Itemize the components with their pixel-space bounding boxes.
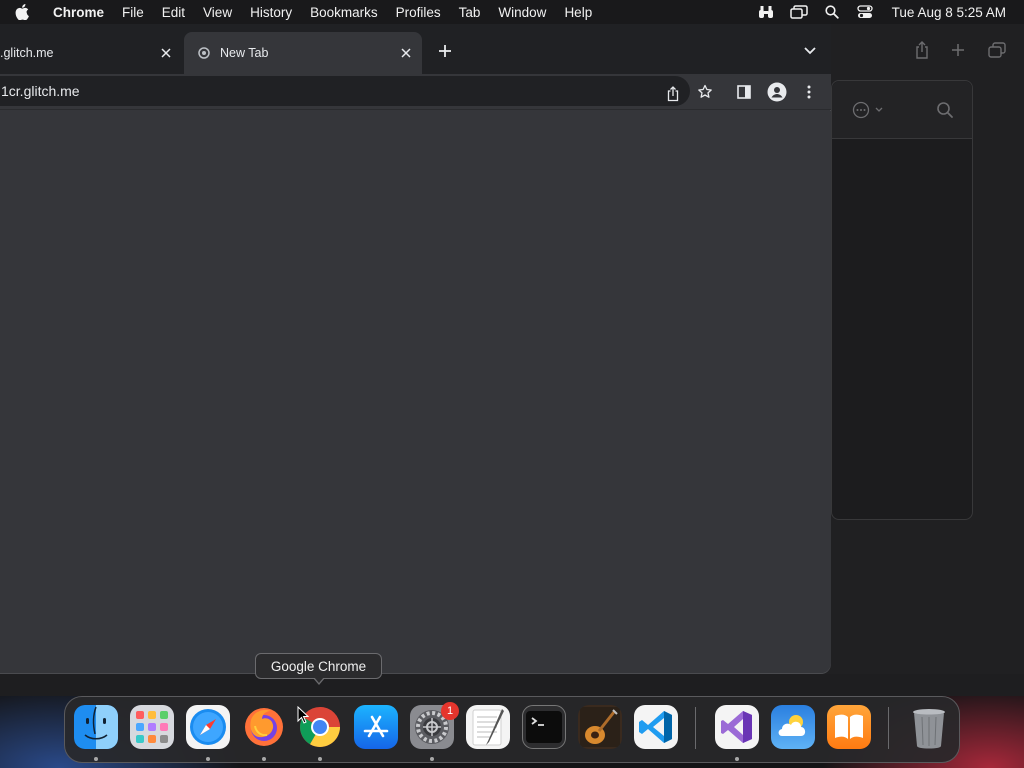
- screen-mirroring-icon[interactable]: [783, 0, 816, 24]
- menu-bookmarks[interactable]: Bookmarks: [301, 5, 387, 20]
- dock-separator: [695, 707, 696, 749]
- menu-profiles[interactable]: Profiles: [387, 5, 450, 20]
- menu-tab[interactable]: Tab: [450, 5, 490, 20]
- menu-view[interactable]: View: [194, 5, 241, 20]
- dock-textedit-icon[interactable]: [466, 705, 510, 749]
- dock-trash-icon[interactable]: [907, 705, 951, 749]
- dock-visual-studio-icon[interactable]: [715, 705, 759, 749]
- running-indicator: [735, 757, 739, 761]
- dock-firefox-icon[interactable]: [242, 705, 286, 749]
- search-icon[interactable]: [936, 101, 954, 124]
- toolbar: 1cr.glitch.me: [0, 74, 831, 110]
- notification-badge: 1: [441, 702, 459, 720]
- running-indicator: [94, 757, 98, 761]
- menu-edit[interactable]: Edit: [153, 5, 194, 20]
- side-panel-icon[interactable]: [732, 80, 756, 104]
- profile-avatar-icon[interactable]: [765, 80, 789, 104]
- binoculars-icon[interactable]: [750, 0, 783, 24]
- share-icon[interactable]: [661, 82, 685, 106]
- background-window-panel: [831, 80, 973, 520]
- chrome-window[interactable]: .glitch.me New Tab 1cr.glitch.me: [0, 24, 831, 674]
- dock-books-icon[interactable]: [827, 705, 871, 749]
- apple-menu-icon[interactable]: [0, 4, 44, 20]
- new-tab-button[interactable]: [433, 39, 457, 63]
- close-tab-icon[interactable]: [158, 45, 174, 61]
- bookmark-star-icon[interactable]: [693, 80, 717, 104]
- dock-app-store-icon[interactable]: [354, 705, 398, 749]
- menu-history[interactable]: History: [241, 5, 301, 20]
- tab-title: .glitch.me: [0, 46, 54, 60]
- dock-weather-icon[interactable]: [771, 705, 815, 749]
- spotlight-search-icon[interactable]: [816, 0, 849, 24]
- tab-search-chevron-down-icon[interactable]: [798, 39, 822, 63]
- tooltip-arrow-inner: [314, 677, 324, 683]
- panel-header: [832, 81, 972, 139]
- dock-safari-icon[interactable]: [186, 705, 230, 749]
- running-indicator: [206, 757, 210, 761]
- tab-glitch[interactable]: .glitch.me: [0, 32, 182, 74]
- menu-file[interactable]: File: [113, 5, 153, 20]
- tab-strip: .glitch.me New Tab: [0, 24, 831, 74]
- page-content[interactable]: [0, 111, 831, 673]
- running-indicator: [262, 757, 266, 761]
- address-bar-url[interactable]: 1cr.glitch.me: [0, 83, 80, 99]
- menu-help[interactable]: Help: [555, 5, 601, 20]
- tab-title: New Tab: [220, 46, 269, 60]
- dock-separator: [888, 707, 889, 749]
- plus-icon[interactable]: [946, 38, 970, 62]
- dock-vscode-icon[interactable]: [634, 705, 678, 749]
- window-edge-shadow: [0, 674, 1024, 696]
- share-icon[interactable]: [910, 38, 934, 62]
- tab-new-tab[interactable]: New Tab: [184, 32, 422, 74]
- dock-terminal-icon[interactable]: [522, 705, 566, 749]
- mouse-cursor-icon: [297, 705, 310, 729]
- menu-bar-extras: Tue Aug 8 5:25 AM: [750, 0, 1024, 24]
- dock-garageband-icon[interactable]: [578, 705, 622, 749]
- running-indicator: [430, 757, 434, 761]
- more-options-icon[interactable]: [852, 101, 888, 124]
- menu-bar-clock[interactable]: Tue Aug 8 5:25 AM: [882, 5, 1024, 20]
- tab-overview-icon[interactable]: [985, 38, 1009, 62]
- menu-window[interactable]: Window: [489, 5, 555, 20]
- menu-bar: Chrome File Edit View History Bookmarks …: [0, 0, 1024, 24]
- chrome-favicon-icon: [196, 45, 212, 61]
- dock-launchpad-icon[interactable]: [130, 705, 174, 749]
- dock-tooltip: Google Chrome: [255, 653, 382, 679]
- dock-finder-icon[interactable]: [74, 705, 118, 749]
- kebab-menu-icon[interactable]: [797, 80, 821, 104]
- control-center-icon[interactable]: [849, 0, 882, 24]
- address-bar[interactable]: 1cr.glitch.me: [0, 76, 690, 106]
- menu-app-name[interactable]: Chrome: [44, 5, 113, 20]
- close-tab-icon[interactable]: [398, 45, 414, 61]
- dock: 1: [64, 696, 960, 763]
- running-indicator: [318, 757, 322, 761]
